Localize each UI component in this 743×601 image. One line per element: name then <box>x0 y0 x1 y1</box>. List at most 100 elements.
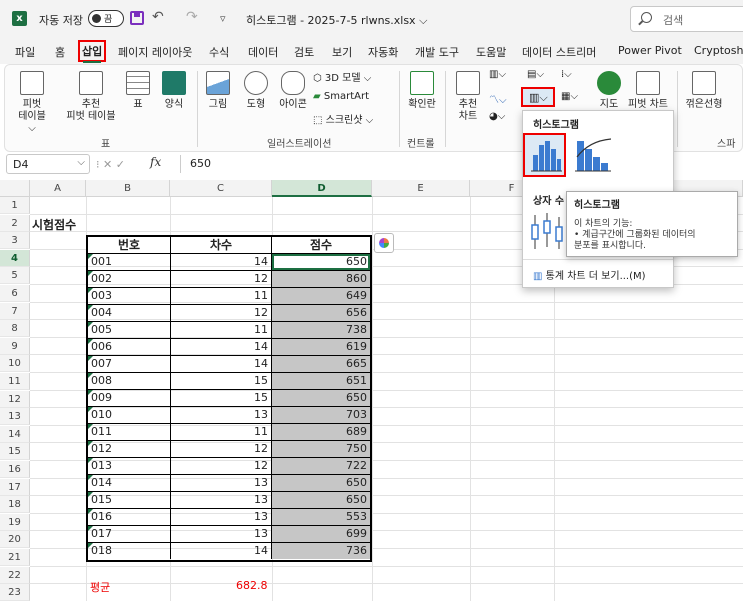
customize-toolbar-icon[interactable]: ▿ <box>220 12 226 25</box>
row-header[interactable]: 20 <box>0 531 30 549</box>
column-header-b[interactable]: B <box>86 180 170 197</box>
row-header[interactable]: 14 <box>0 425 30 443</box>
tab-power-pivot[interactable]: Power Pivot <box>618 44 682 57</box>
cell-num[interactable]: 011 <box>88 424 171 440</box>
screenshot-button[interactable]: ⬚ 스크린샷 ⌵ <box>313 111 373 126</box>
average-label[interactable]: 평균 <box>90 579 110 595</box>
formula-input[interactable]: 650 <box>190 157 211 170</box>
cell-score[interactable]: 703 <box>272 407 370 423</box>
cell-score[interactable]: 619 <box>272 339 370 355</box>
column-header-e[interactable]: E <box>372 180 470 197</box>
pareto-option[interactable] <box>571 133 614 177</box>
tab-formulas[interactable]: 수식 <box>209 44 229 60</box>
tab-home[interactable]: 홈 <box>55 44 65 60</box>
cell-num[interactable]: 010 <box>88 407 171 423</box>
checkbox-button[interactable]: 확인란 <box>405 71 439 111</box>
column-chart-button[interactable]: ▥⌵ <box>489 69 506 80</box>
row-header[interactable]: 2 <box>0 214 30 232</box>
document-title[interactable]: 히스토그램 - 2025-7-5 rlwns.xlsx ⌵ <box>246 12 427 28</box>
cell-round[interactable]: 14 <box>171 254 272 270</box>
header-round[interactable]: 차수 <box>171 237 272 253</box>
row-header[interactable]: 12 <box>0 390 30 408</box>
row-header[interactable]: 22 <box>0 566 30 584</box>
cell-num[interactable]: 015 <box>88 492 171 508</box>
tab-automate[interactable]: 자동화 <box>368 44 398 60</box>
table-button[interactable]: 표 <box>123 71 153 111</box>
cell-round[interactable]: 12 <box>171 305 272 321</box>
cell-num[interactable]: 013 <box>88 458 171 474</box>
cell-score[interactable]: 689 <box>272 424 370 440</box>
autosave-toggle[interactable]: 끔 <box>88 10 124 27</box>
active-cell-d4[interactable]: 650 <box>272 254 370 270</box>
row-header[interactable]: 19 <box>0 513 30 531</box>
cell-round[interactable]: 11 <box>171 322 272 338</box>
cell-score[interactable]: 650 <box>272 492 370 508</box>
hierarchy-chart-button[interactable]: ▤⌵ <box>527 69 544 80</box>
row-header[interactable]: 8 <box>0 320 30 338</box>
cell-num[interactable]: 006 <box>88 339 171 355</box>
row-header[interactable]: 4 <box>0 249 30 267</box>
column-header-a[interactable]: A <box>30 180 86 197</box>
recommended-charts-button[interactable]: 추천 차트 <box>453 71 483 123</box>
row-header[interactable]: 5 <box>0 267 30 285</box>
row-header[interactable]: 11 <box>0 373 30 390</box>
shapes-button[interactable]: 도형 <box>241 71 271 111</box>
cell-round[interactable]: 13 <box>171 492 272 508</box>
undo-icon[interactable]: ↶ <box>152 9 164 25</box>
pivot-chart-button[interactable]: 피벗 차트 <box>625 71 671 111</box>
select-all-corner[interactable] <box>0 180 30 197</box>
row-header[interactable]: 16 <box>0 461 30 478</box>
row-header[interactable]: 17 <box>0 478 30 496</box>
tab-review[interactable]: 검토 <box>294 44 314 60</box>
cell-score[interactable]: 750 <box>272 441 370 457</box>
cell-score[interactable]: 738 <box>272 322 370 338</box>
cell-score[interactable]: 699 <box>272 526 370 542</box>
cell-num[interactable]: 004 <box>88 305 171 321</box>
row-header[interactable]: 7 <box>0 302 30 320</box>
row-header[interactable]: 6 <box>0 285 30 302</box>
redo-icon[interactable]: ↷ <box>186 9 198 25</box>
insert-function-icon[interactable]: fx <box>150 155 161 169</box>
cell-round[interactable]: 14 <box>171 356 272 372</box>
tab-data[interactable]: 데이터 <box>248 44 278 60</box>
cell-num[interactable]: 008 <box>88 373 171 389</box>
cell-round[interactable]: 13 <box>171 509 272 525</box>
tab-page-layout[interactable]: 페이지 레이아웃 <box>118 44 192 60</box>
cell-num[interactable]: 001 <box>88 254 171 270</box>
save-icon[interactable] <box>130 11 144 25</box>
maps-button[interactable]: 지도 <box>595 71 623 111</box>
cell-score[interactable]: 649 <box>272 288 370 304</box>
tab-insert[interactable]: 삽입 <box>78 40 107 63</box>
box-whisker-option[interactable] <box>527 209 567 253</box>
tab-file[interactable]: 파일 <box>15 44 35 60</box>
scatter-chart-button[interactable]: ⁞⌵ <box>561 69 572 80</box>
tab-cryptosheets[interactable]: Cryptoshe <box>694 44 743 57</box>
cell-round[interactable]: 12 <box>171 441 272 457</box>
row-header[interactable]: 23 <box>0 584 30 601</box>
tab-developer[interactable]: 개발 도구 <box>415 44 459 60</box>
cell-round[interactable]: 13 <box>171 407 272 423</box>
tab-data-streamer[interactable]: 데이터 스트리머 <box>522 44 596 60</box>
cell-score[interactable]: 650 <box>272 475 370 491</box>
cell-round[interactable]: 13 <box>171 526 272 542</box>
tab-help[interactable]: 도움말 <box>476 44 506 60</box>
forms-button[interactable]: 양식 <box>159 71 189 111</box>
line-chart-button[interactable]: 〽⌵ <box>489 91 507 106</box>
cell-score[interactable]: 656 <box>272 305 370 321</box>
cell-num[interactable]: 009 <box>88 390 171 406</box>
more-statistic-charts[interactable]: ▥ 통계 차트 더 보기...(M) <box>533 267 646 282</box>
pie-chart-button[interactable]: ◕⌵ <box>489 111 505 122</box>
cell-score[interactable]: 651 <box>272 373 370 389</box>
tab-view[interactable]: 보기 <box>332 44 352 60</box>
cell-num[interactable]: 018 <box>88 543 171 559</box>
sheet-title-cell[interactable]: 시험점수 <box>32 216 76 233</box>
cell-num[interactable]: 017 <box>88 526 171 542</box>
cancel-icon[interactable]: ⁝ ✕ ✓ <box>96 158 125 171</box>
histogram-option[interactable] <box>523 133 566 177</box>
cell-num[interactable]: 003 <box>88 288 171 304</box>
cell-num[interactable]: 005 <box>88 322 171 338</box>
cell-num[interactable]: 007 <box>88 356 171 372</box>
header-num[interactable]: 번호 <box>88 237 171 253</box>
cell-round[interactable]: 12 <box>171 271 272 287</box>
smartart-button[interactable]: ▰ SmartArt <box>313 91 369 102</box>
